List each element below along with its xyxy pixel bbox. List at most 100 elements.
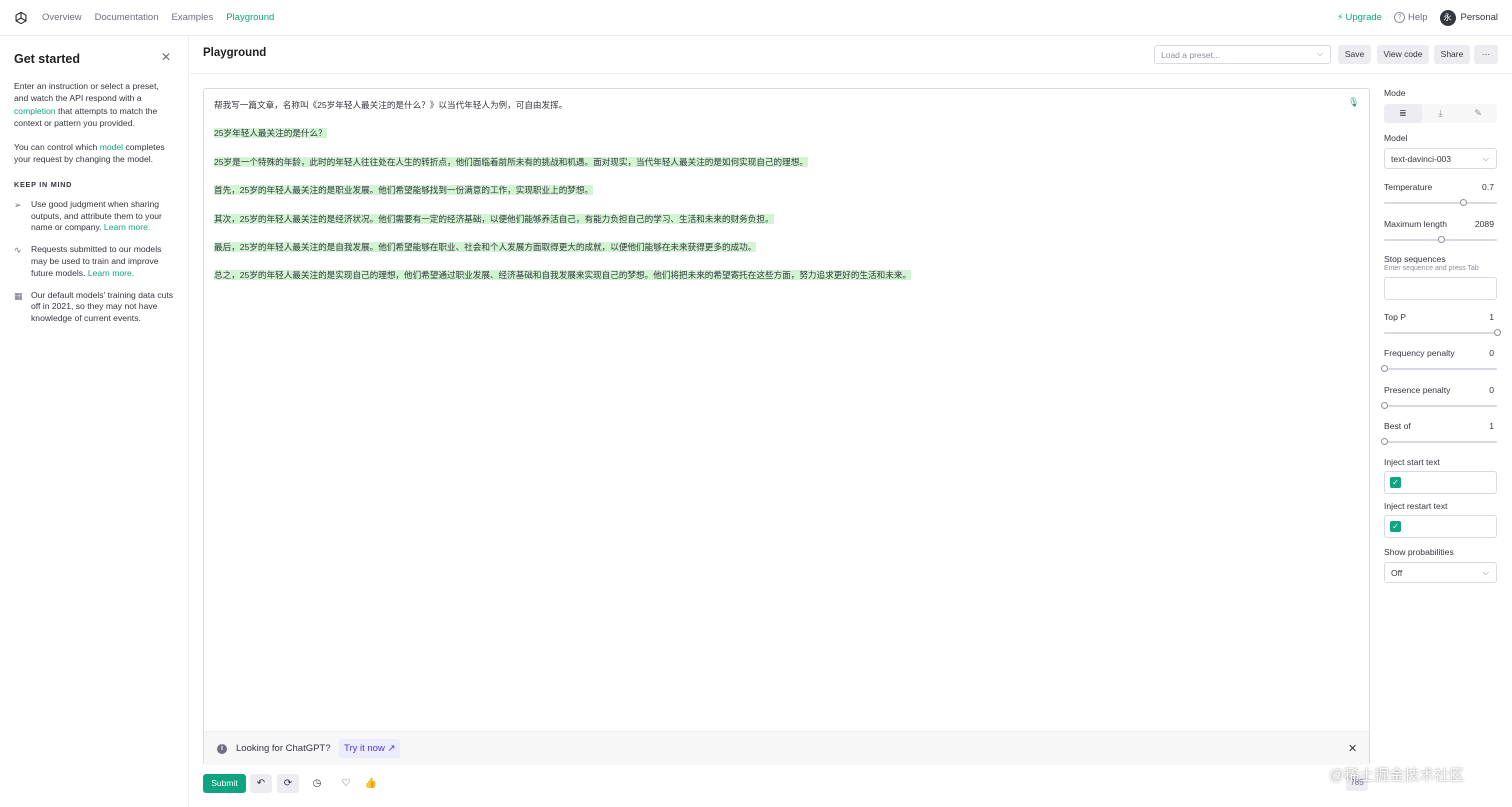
chevron-down-icon: ⌵ [1316,49,1323,58]
insert-mode-icon[interactable]: ⤓ [1422,104,1460,123]
model-text-a: You can control which [14,142,100,153]
temperature-label: Temperature [1384,182,1433,192]
completion-line: 25岁年轻人最关注的是什么？ [214,127,1334,139]
help-circle-icon: ? [1393,12,1405,23]
frequency-penalty-value[interactable]: 0 [1489,348,1494,358]
slider-knob[interactable] [1380,365,1388,372]
prompt-editor[interactable]: 帮我写一篇文章，名称叫《25岁年轻人最关注的是什么？》以当代年轻人为例，可自由发… [203,88,1370,765]
chatgpt-banner: i Looking for ChatGPT? Try it now ↗ ✕ [204,731,1369,765]
presence-penalty-value[interactable]: 0 [1489,385,1494,395]
prompt-text: 帮我写一篇文章，名称叫《25岁年轻人最关注的是什么？》以当代年轻人为例，可自由发… [214,100,568,110]
tip-item: ▦ Our default models' training data cuts… [14,290,174,325]
slider-knob[interactable] [1459,199,1467,206]
inject-start-input[interactable]: ✓ [1384,471,1497,494]
thumbs-up-icon[interactable]: 👍 [360,774,382,793]
show-probabilities-value: Off [1391,568,1403,578]
frequency-penalty-label: Frequency penalty [1384,348,1455,358]
submit-button[interactable]: Submit [203,774,246,793]
nav-documentation[interactable]: Documentation [95,12,159,23]
show-probabilities-select[interactable]: Off ⌵ [1384,562,1497,583]
upgrade-link[interactable]: ⚡ Upgrade [1337,12,1382,23]
max-length-slider[interactable] [1384,236,1497,243]
slider-knob[interactable] [1493,329,1501,336]
edit-mode-icon[interactable]: ✎ [1459,104,1497,123]
inject-start-checkbox[interactable]: ✓ [1390,477,1401,488]
slider-knob[interactable] [1380,438,1388,445]
learn-more-link[interactable]: Learn more. [88,268,134,278]
best-of-slider[interactable] [1380,438,1497,445]
completion-line: 总之，25岁的年轻人最关注的是实现自己的理想，他们希望通过职业发展、经济基础和自… [214,269,1334,281]
history-icon[interactable]: ◷ [306,774,328,793]
frequency-penalty-slider[interactable] [1380,365,1497,372]
best-of-value[interactable]: 1 [1489,421,1494,431]
tip-item: ➢ Use good judgment when sharing outputs… [14,199,174,234]
openai-logo-icon[interactable] [13,10,29,26]
completion-link[interactable]: completion [14,106,56,116]
nav-examples[interactable]: Examples [172,12,214,23]
nav-overview[interactable]: Overview [42,12,82,23]
view-code-button[interactable]: View code [1377,45,1429,64]
tip-text: Our default models' training data cuts o… [31,289,174,324]
completion-line: 其次，25岁的年轻人最关注的是经济状况。他们需要有一定的经济基础，以便他们能够养… [214,213,1334,225]
complete-mode-icon[interactable]: ≣ [1384,104,1422,123]
undo-icon[interactable]: ↶ [250,774,272,793]
completion-text: 总之，25岁的年轻人最关注的是实现自己的理想，他们希望通过职业发展、经济基础和自… [214,270,912,281]
intro-text-a: Enter an instruction or select a preset,… [14,81,159,104]
max-length-value[interactable]: 2089 [1475,219,1494,229]
model-link[interactable]: model [100,142,123,152]
try-it-now-label: Try it now [344,743,385,754]
more-options-button[interactable]: ··· [1474,45,1498,64]
completion-text: 其次，25岁的年轻人最关注的是经济状况。他们需要有一定的经济基础，以便他们能够养… [214,213,774,224]
avatar[interactable]: 永 [1439,9,1456,26]
model-select[interactable]: text-davinci-003 ⌵ [1384,148,1497,169]
mode-label: Mode [1384,88,1406,98]
stop-sequences-input[interactable] [1384,277,1497,300]
keep-in-mind-heading: KEEP IN MIND [14,179,73,189]
close-banner-icon[interactable]: ✕ [1348,742,1357,755]
best-of-label: Best of [1384,421,1411,431]
slider-knob[interactable] [1438,236,1446,243]
completion-text: 25岁年轻人最关注的是什么？ [214,128,327,139]
banner-text: Looking for ChatGPT? [236,743,331,754]
top-p-slider[interactable] [1384,329,1501,336]
show-probabilities-label: Show probabilities [1384,547,1454,557]
completion-line: 25岁是一个特殊的年龄，此时的年轻人往往处在人生的转折点，他们面临着前所未有的挑… [214,156,1334,168]
help-label: Help [1407,12,1428,23]
account-name[interactable]: Personal [1461,12,1499,23]
thumbs-down-icon[interactable]: ♡ [335,774,357,793]
stop-sequences-hint: Enter sequence and press Tab [1384,265,1479,272]
chevron-down-icon: ⌵ [1482,154,1489,163]
slider-knob[interactable] [1380,402,1388,409]
inject-start-label: Inject start text [1384,457,1440,467]
completion-text: 25岁是一个特殊的年龄，此时的年轻人往往处在人生的转折点，他们面临着前所未有的挑… [214,156,808,167]
nav-playground[interactable]: Playground [226,12,274,23]
presence-penalty-label: Presence penalty [1384,385,1451,395]
temperature-slider[interactable] [1384,199,1497,206]
preset-select[interactable]: Load a preset... ⌵ [1154,45,1331,64]
upgrade-label: Upgrade [1345,12,1382,23]
inject-restart-checkbox[interactable]: ✓ [1390,521,1401,532]
sidebar-intro: Enter an instruction or select a preset,… [14,80,174,129]
presence-penalty-slider[interactable] [1380,402,1497,409]
tip-item: ∿ Requests submitted to our models may b… [14,244,174,279]
completion-line: 最后，25岁的年轻人最关注的是自我发展。他们希望能够在职业、社会和个人发展方面取… [214,241,1334,253]
close-icon[interactable]: ✕ [161,50,171,64]
model-value: text-davinci-003 [1391,154,1452,164]
save-button[interactable]: Save [1338,45,1371,64]
try-it-now-link[interactable]: Try it now ↗ [339,739,401,758]
page-title: Playground [203,47,267,59]
temperature-value[interactable]: 0.7 [1482,182,1494,192]
share-button[interactable]: Share [1434,45,1470,64]
learn-more-link[interactable]: Learn more. [104,222,150,232]
mode-toggle: ≣ ⤓ ✎ [1384,104,1497,123]
sidebar-title: Get started [14,52,80,66]
completion-text: 首先，25岁的年轻人最关注的是职业发展。他们希望能够找到一份满意的工作，实现职业… [214,185,594,196]
chevron-down-icon: ⌵ [1482,568,1489,577]
editor-content[interactable]: 帮我写一篇文章，名称叫《25岁年轻人最关注的是什么？》以当代年轻人为例，可自由发… [214,99,1334,298]
inject-restart-input[interactable]: ✓ [1384,515,1497,538]
microphone-icon[interactable]: 🎙 [1348,97,1359,108]
help-link[interactable]: ? Help [1393,12,1428,23]
regenerate-icon[interactable]: ⟳ [277,774,299,793]
top-p-value[interactable]: 1 [1489,312,1494,322]
completion-text: 最后，25岁的年轻人最关注的是自我发展。他们希望能够在职业、社会和个人发展方面取… [214,241,757,252]
